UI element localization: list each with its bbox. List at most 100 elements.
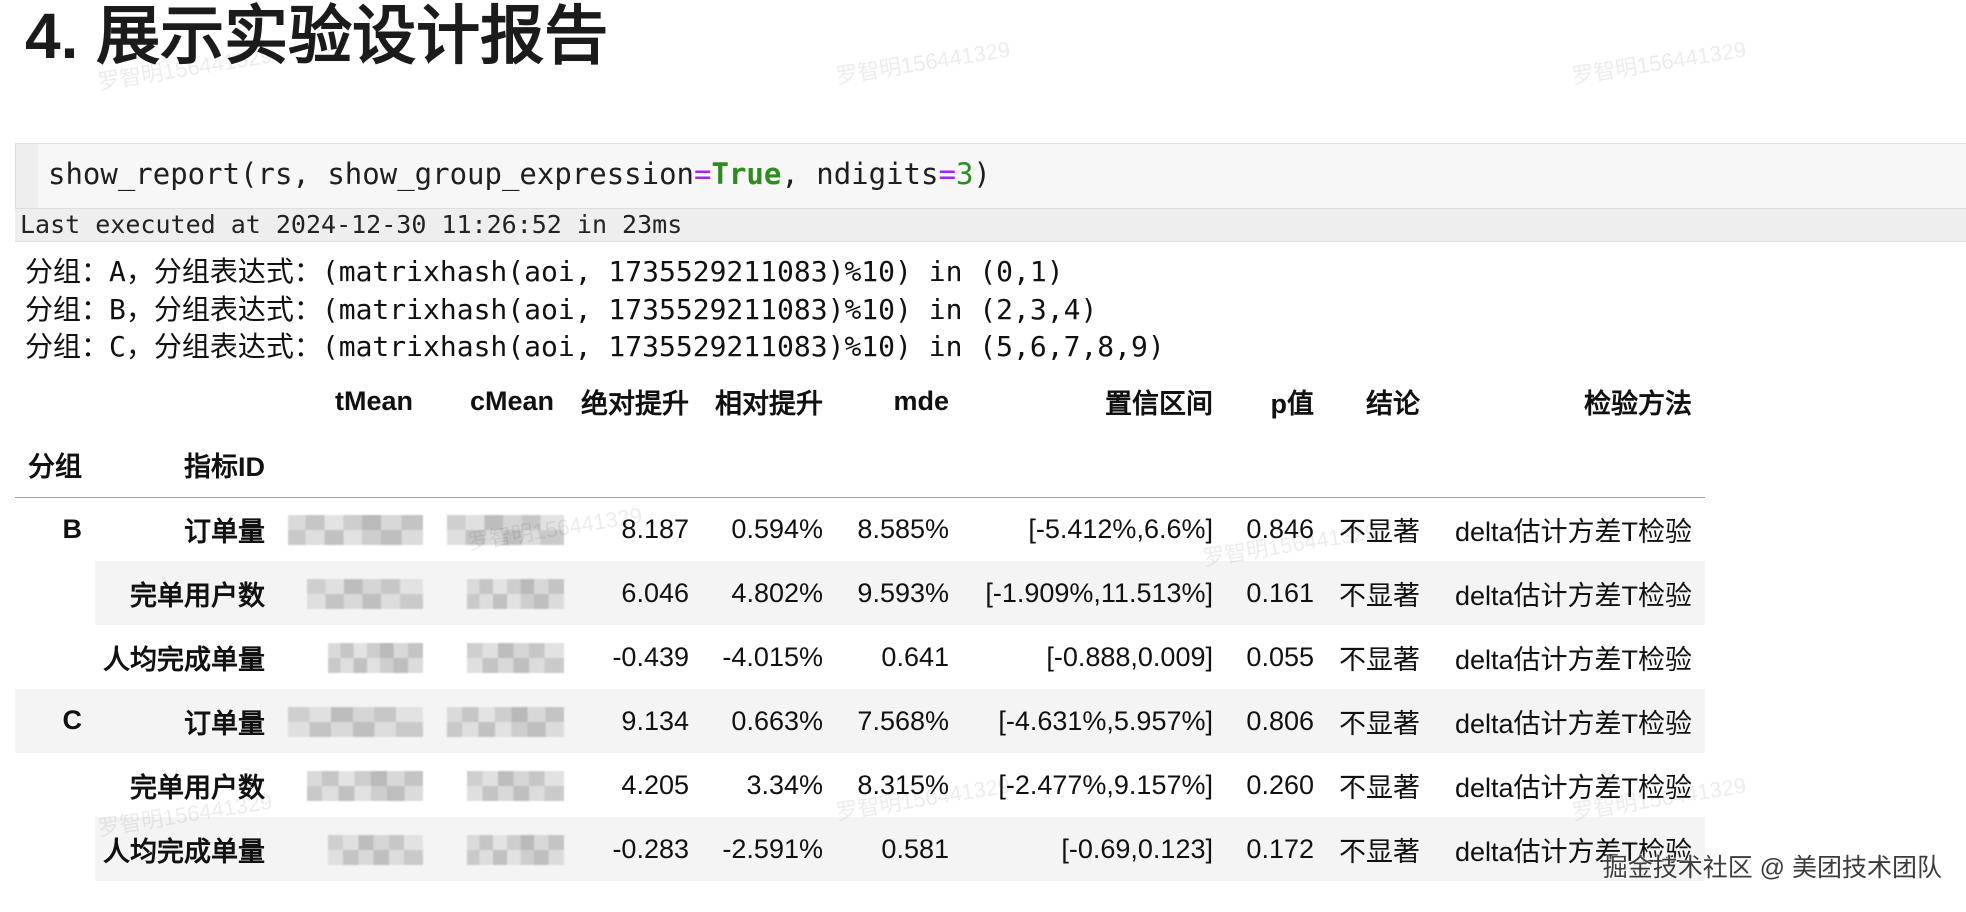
code-cell-input[interactable]: show_report(rs, show_group_expression=Tr…	[15, 143, 1966, 209]
code-operator: =	[694, 157, 712, 191]
confidence-interval-cell: [-2.477%,9.157%]	[998, 769, 1213, 800]
table-row: B 订单量 8.187 0.594% 8.585% [-5.412%,6.6%] 0.846…	[15, 497, 1705, 561]
conclusion-cell: 不显著	[1339, 516, 1420, 547]
table-header: tMean cMean 绝对提升 相对提升 mde 置信区间 p值 结论 检验方法 分组 指标ID	[15, 369, 1705, 498]
absolute-lift-cell: 6.046	[567, 561, 702, 625]
code-token: show_report(rs, show_group_expression	[48, 157, 695, 191]
header-blank	[15, 369, 95, 433]
index-name-row: 分组 指标ID	[15, 433, 1705, 498]
relative-lift-cell: 0.594%	[731, 513, 823, 544]
code-keyword: True	[711, 157, 782, 191]
table-row: 人均完成单量 -0.439 -4.015% 0.641 [-0.888,0.009] 0.…	[15, 625, 1705, 689]
table-row: 完单用户数 4.205 3.34% 8.315% [-2.477%,9.157%] 0.2…	[15, 753, 1705, 817]
column-header: mde	[893, 385, 949, 416]
redacted-value	[467, 578, 564, 609]
table-row: 完单用户数 6.046 4.802% 9.593% [-1.909%,11.513%] 0…	[15, 561, 1705, 625]
mde-cell: 0.581	[836, 817, 962, 881]
column-header: 置信区间	[1105, 388, 1213, 419]
t-mean-cell	[278, 561, 426, 625]
test-method-cell: delta估计方差T检验	[1454, 644, 1692, 675]
relative-lift-cell: -4.015%	[722, 641, 823, 672]
confidence-interval-cell: [-0.888,0.009]	[1046, 641, 1213, 672]
conclusion-cell: 不显著	[1339, 772, 1420, 803]
redacted-value	[288, 515, 423, 546]
watermark-text: 罗智明156441329	[833, 36, 1012, 89]
header-blank	[702, 433, 836, 498]
header-blank	[95, 369, 278, 433]
index-name-header: 指标ID	[95, 433, 278, 498]
confidence-interval-cell: [-4.631%,5.957%]	[962, 689, 1226, 753]
redacted-value	[467, 770, 564, 801]
column-header-row: tMean cMean 绝对提升 相对提升 mde 置信区间 p值 结论 检验方法	[15, 369, 1705, 433]
mde-cell: 7.568%	[836, 689, 962, 753]
c-mean-cell	[426, 817, 567, 881]
redacted-value	[307, 770, 423, 801]
attribution-watermark: 掘金技术社区 @ 美团技术团队	[1602, 854, 1942, 882]
mde-cell: 8.585%	[857, 513, 949, 544]
test-method-cell: delta估计方差T检验	[1433, 561, 1705, 625]
relative-lift-cell: 3.34%	[746, 769, 823, 800]
c-mean-cell	[426, 497, 567, 561]
absolute-lift-cell: -0.439	[612, 641, 689, 672]
confidence-interval-cell: [-0.69,0.123]	[962, 817, 1226, 881]
conclusion-cell: 不显著	[1339, 644, 1420, 675]
t-mean-cell	[278, 753, 426, 817]
c-mean-cell	[426, 689, 567, 753]
absolute-lift-cell: -0.283	[567, 817, 702, 881]
absolute-lift-cell: 9.134	[567, 689, 702, 753]
redacted-value	[467, 834, 564, 865]
t-mean-cell	[278, 689, 426, 753]
cell-stdout: 分组：A，分组表达式：(matrixhash(aoi, 173552921108…	[25, 253, 1165, 366]
p-value-cell: 0.846	[1246, 513, 1314, 544]
p-value-cell: 0.172	[1226, 817, 1327, 881]
stdout-line: 分组：B，分组表达式：(matrixhash(aoi, 173552921108…	[25, 292, 1098, 326]
stdout-line: 分组：C，分组表达式：(matrixhash(aoi, 173552921108…	[25, 330, 1165, 364]
column-header: 绝对提升	[581, 388, 689, 419]
metric-label: 订单量	[95, 689, 278, 753]
conclusion-cell: 不显著	[1327, 561, 1433, 625]
table-row: 人均完成单量 -0.283 -2.591% 0.581 [-0.69,0.123] 0.1…	[15, 817, 1705, 881]
code-line[interactable]: show_report(rs, show_group_expression=Tr…	[48, 144, 991, 204]
redacted-value	[288, 706, 423, 737]
header-blank	[278, 433, 426, 498]
column-header: 相对提升	[715, 388, 823, 419]
code-token: , ndigits	[781, 157, 939, 191]
code-number: 3	[955, 157, 974, 191]
absolute-lift-cell: 8.187	[621, 513, 689, 544]
execution-info-text: Last executed at 2024-12-30 11:26:52 in …	[20, 210, 683, 239]
stdout-line: 分组：A，分组表达式：(matrixhash(aoi, 173552921108…	[25, 255, 1064, 288]
redacted-value	[447, 515, 564, 546]
c-mean-cell	[426, 561, 567, 625]
section-heading: 4. 展示实验设计报告	[25, 0, 609, 72]
table-row: C 订单量 9.134 0.663% 7.568% [-4.631%,5.957%] 0.8…	[15, 689, 1705, 881]
group-label: C	[15, 689, 95, 881]
t-mean-cell	[278, 497, 426, 561]
group-label: B	[62, 513, 83, 544]
test-method-cell: delta估计方差T检验	[1454, 516, 1692, 547]
relative-lift-cell: 0.663%	[702, 689, 836, 753]
column-header: tMean	[334, 385, 413, 416]
metric-label: 人均完成单量	[103, 644, 265, 675]
mde-cell: 8.315%	[857, 769, 949, 800]
mde-cell: 0.641	[881, 641, 949, 672]
execution-info-bar: Last executed at 2024-12-30 11:26:52 in …	[15, 209, 1966, 242]
t-mean-cell	[278, 625, 426, 689]
p-value-cell: 0.806	[1226, 689, 1327, 753]
metric-label: 人均完成单量	[95, 817, 278, 881]
metric-label: 完单用户数	[95, 561, 278, 625]
confidence-interval-cell: [-1.909%,11.513%]	[962, 561, 1226, 625]
confidence-interval-cell: [-5.412%,6.6%]	[1028, 513, 1213, 544]
redacted-value	[467, 642, 564, 673]
metric-label: 完单用户数	[130, 772, 265, 803]
conclusion-cell: 不显著	[1327, 689, 1433, 753]
header-blank	[567, 433, 702, 498]
p-value-cell: 0.260	[1246, 769, 1314, 800]
redacted-value	[307, 578, 423, 609]
code-cell-gutter	[16, 144, 38, 208]
c-mean-cell	[426, 753, 567, 817]
redacted-value	[447, 706, 564, 737]
redacted-value	[328, 834, 423, 865]
column-header: cMean	[469, 385, 554, 416]
header-blank	[1327, 433, 1433, 498]
mde-cell: 9.593%	[836, 561, 962, 625]
